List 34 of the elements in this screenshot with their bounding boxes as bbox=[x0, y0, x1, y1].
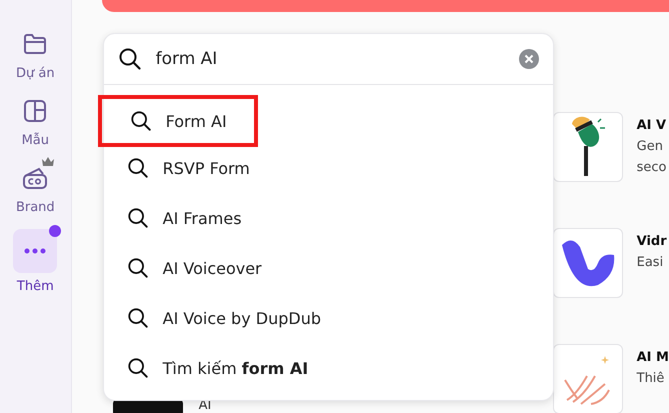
search-icon bbox=[126, 357, 149, 379]
app-title: AI M bbox=[636, 350, 669, 365]
app-title: Vidr bbox=[636, 234, 667, 249]
search-icon bbox=[126, 257, 149, 279]
search-suggestion[interactable]: Tìm kiếm form AI bbox=[104, 343, 553, 393]
sidebar-item[interactable]: Mẫu bbox=[5, 87, 66, 148]
search-suggestion[interactable]: AI Voiceover bbox=[104, 243, 553, 293]
crown-icon bbox=[41, 156, 56, 167]
app-thumbnail[interactable] bbox=[552, 344, 623, 413]
search-input[interactable]: form AI bbox=[154, 48, 507, 70]
more-icon bbox=[24, 248, 46, 254]
app-description: Gen bbox=[636, 139, 664, 154]
app-description: Thiê bbox=[636, 371, 666, 386]
app-thumbnail[interactable] bbox=[552, 228, 623, 298]
search-suggestion[interactable]: Form AI bbox=[98, 95, 258, 147]
brand-icon bbox=[22, 166, 48, 190]
search-icon bbox=[130, 110, 152, 132]
search-suggestion[interactable]: AI Frames bbox=[104, 193, 553, 243]
search-icon bbox=[126, 207, 149, 229]
app-title: AI V bbox=[636, 118, 666, 133]
sidebar-item[interactable]: Brand bbox=[5, 154, 66, 215]
app-thumbnail[interactable] bbox=[552, 112, 623, 182]
sidebar-item[interactable]: Thêm bbox=[5, 221, 66, 294]
notification-dot bbox=[49, 225, 62, 237]
search-icon bbox=[126, 307, 149, 329]
search-icon bbox=[118, 47, 142, 71]
search-icon bbox=[126, 157, 149, 179]
clear-icon[interactable] bbox=[518, 49, 539, 69]
app-description: seco bbox=[636, 160, 666, 175]
app-description: Easi bbox=[636, 255, 664, 270]
layout-icon bbox=[23, 99, 48, 123]
sidebar-item[interactable]: Dự án bbox=[5, 20, 66, 81]
folder-icon bbox=[23, 33, 48, 55]
search-suggestion[interactable]: AI Voice by DupDub bbox=[104, 293, 553, 343]
